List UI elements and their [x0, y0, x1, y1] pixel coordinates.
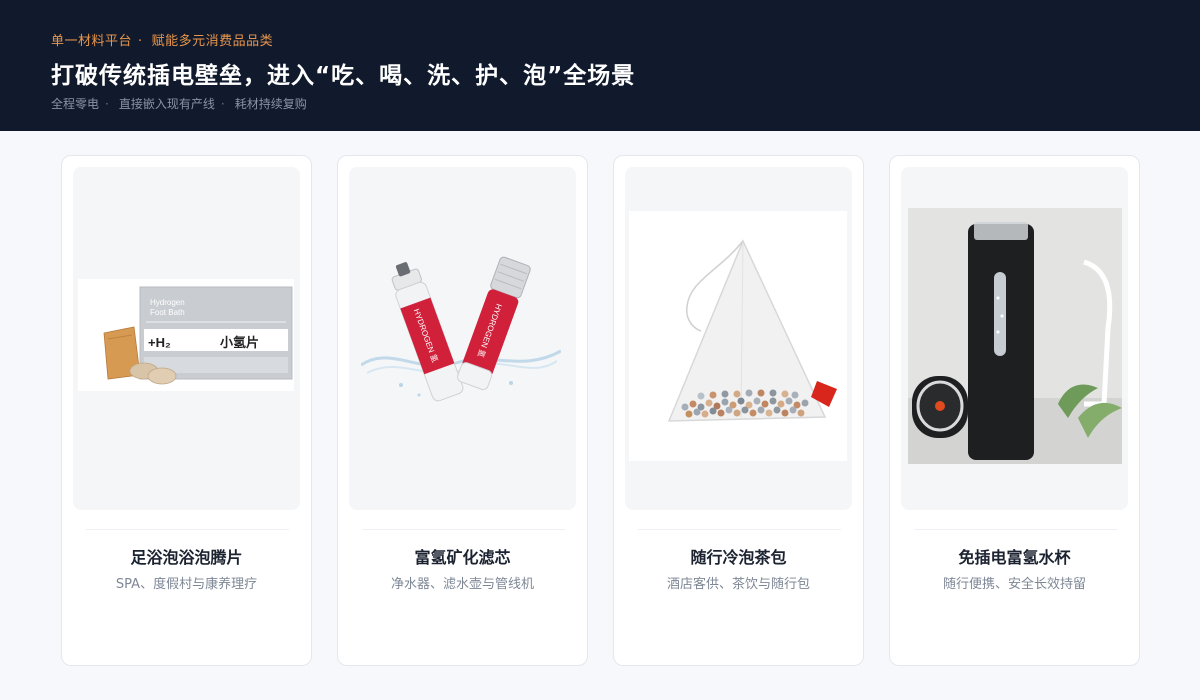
tag-zero-power: 全程零电 [51, 97, 100, 111]
box-product-name: 小氢片 [220, 335, 259, 351]
product-card-tea-bag[interactable]: 随行冷泡茶包 酒店客供、茶饮与随行包 [613, 155, 864, 666]
card-divider [638, 529, 841, 530]
page-title: 打破传统插电壁垒，进入“吃、喝、洗、护、泡”全场景 [51, 63, 636, 89]
foot-bath-box-illustration: Hydrogen Foot Bath +H₂ 小氢片 [78, 279, 294, 391]
product-image-bottle [901, 167, 1128, 510]
product-subtitle: 酒店客供、茶饮与随行包 [666, 577, 810, 592]
eyebrow-separator: · [138, 34, 143, 49]
tag-separator: · [105, 97, 109, 111]
product-title: 足浴泡浴泡腾片 [130, 548, 243, 567]
product-card-foot-bath[interactable]: Hydrogen Foot Bath +H₂ 小氢片 足浴泡浴泡腾片 SPA、度… [61, 155, 312, 666]
product-title: 富氢矿化滤芯 [414, 548, 511, 567]
card-divider [86, 529, 289, 530]
box-brand-line2: Foot Bath [150, 308, 185, 317]
product-image-foot-bath: Hydrogen Foot Bath +H₂ 小氢片 [73, 167, 300, 510]
product-card-filter[interactable]: HYDROGEN 氢 HYDROGEN 氢 富氢矿化滤芯 净水器、滤水壶与管线机 [337, 155, 588, 666]
box-brand-line1: Hydrogen [150, 298, 185, 307]
product-card-grid: Hydrogen Foot Bath +H₂ 小氢片 足浴泡浴泡腾片 SPA、度… [61, 155, 1141, 666]
product-card-bottle[interactable]: 免插电富氢水杯 随行便携、安全长效持留 [889, 155, 1140, 666]
eyebrow-platform: 单一材料平台 [51, 34, 133, 49]
filter-cartridges-illustration: HYDROGEN 氢 HYDROGEN 氢 [361, 256, 561, 402]
product-image-tea-bag [625, 167, 852, 510]
box-formula: +H₂ [148, 335, 171, 350]
product-title: 免插电富氢水杯 [958, 548, 1071, 567]
card-divider [362, 529, 565, 530]
eyebrow-categories: 赋能多元消费品品类 [151, 34, 274, 49]
tag-separator: · [220, 97, 225, 111]
feature-tags: 全程零电 · 直接嵌入现有产线 · 耗材持续复购 [51, 95, 307, 112]
product-subtitle: SPA、度假村与康养理疗 [115, 577, 258, 592]
product-title: 随行冷泡茶包 [690, 548, 787, 567]
card-divider [914, 529, 1117, 530]
tag-repurchase: 耗材持续复购 [234, 97, 307, 111]
product-image-filter: HYDROGEN 氢 HYDROGEN 氢 [349, 167, 576, 510]
product-subtitle: 随行便携、安全长效持留 [942, 577, 1086, 592]
product-subtitle: 净水器、滤水壶与管线机 [390, 577, 534, 592]
tag-production-line: 直接嵌入现有产线 [118, 97, 215, 111]
hero-header: 单一材料平台 · 赋能多元消费品品类 打破传统插电壁垒，进入“吃、喝、洗、护、泡”全… [0, 0, 1200, 131]
eyebrow: 单一材料平台 · 赋能多元消费品品类 [51, 30, 273, 49]
hydrogen-bottle-illustration [908, 208, 1122, 464]
tea-bag-illustration [629, 211, 847, 461]
